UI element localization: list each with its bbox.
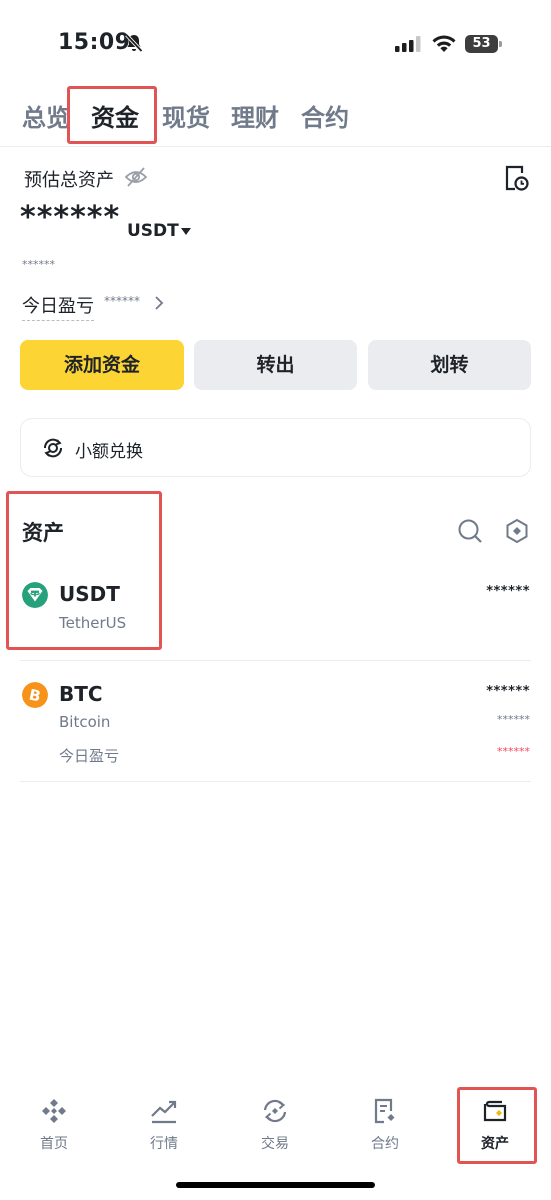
asset-name: TetherUS bbox=[59, 614, 127, 632]
hide-small-balance-icon[interactable] bbox=[504, 518, 530, 544]
nav-trade-label: 交易 bbox=[261, 1136, 289, 1152]
asset-symbol: BTC bbox=[59, 682, 103, 706]
estimated-total-label: 预估总资产 bbox=[24, 170, 114, 191]
transfer-out-button[interactable]: 转出 bbox=[194, 340, 357, 390]
eye-hidden-icon[interactable] bbox=[124, 166, 148, 188]
binance-logo-icon bbox=[42, 1099, 66, 1123]
home-indicator bbox=[176, 1182, 375, 1188]
asset-pnl-masked: ****** bbox=[497, 745, 530, 758]
assets-section-title: 资产 bbox=[22, 521, 64, 545]
asset-row-btc[interactable]: B BTC Bitcoin 今日盈亏 ****** ****** ****** bbox=[20, 668, 531, 773]
total-balance-masked: ****** bbox=[20, 200, 121, 235]
convert-cycle-icon bbox=[44, 438, 62, 458]
chart-trend-icon bbox=[151, 1100, 177, 1124]
currency-unit[interactable]: USDT bbox=[127, 221, 179, 241]
fiat-value-masked: ****** bbox=[22, 258, 55, 271]
asset-divider bbox=[20, 781, 531, 782]
dust-convert-label: 小额兑换 bbox=[75, 442, 143, 462]
futures-doc-icon bbox=[374, 1098, 395, 1124]
asset-value-masked: ****** bbox=[497, 713, 530, 726]
asset-today-pnl-label: 今日盈亏 bbox=[59, 747, 120, 765]
history-icon[interactable] bbox=[503, 164, 529, 192]
status-time: 15:09 bbox=[58, 30, 131, 55]
caret-down-icon[interactable] bbox=[181, 228, 191, 235]
chevron-right-icon[interactable] bbox=[153, 295, 165, 311]
nav-markets[interactable]: 行情 bbox=[120, 1096, 208, 1153]
tab-funding[interactable]: 资金 bbox=[91, 98, 139, 133]
nav-assets[interactable]: 资产 bbox=[451, 1096, 539, 1153]
nav-assets-label: 资产 bbox=[481, 1136, 509, 1152]
search-icon[interactable] bbox=[457, 518, 483, 544]
tab-overview[interactable]: 总览 bbox=[22, 98, 70, 133]
header-divider bbox=[0, 146, 551, 147]
wifi-icon bbox=[432, 35, 456, 52]
asset-amount-masked: ****** bbox=[486, 584, 530, 599]
tab-futures[interactable]: 合约 bbox=[301, 98, 349, 133]
nav-markets-label: 行情 bbox=[150, 1136, 178, 1152]
add-funds-button[interactable]: 添加资金 bbox=[20, 340, 184, 390]
btc-coin-icon: B bbox=[22, 682, 48, 708]
asset-symbol: USDT bbox=[59, 582, 120, 606]
asset-amount-masked: ****** bbox=[486, 684, 530, 699]
asset-name: Bitcoin bbox=[59, 713, 111, 731]
wallet-icon bbox=[483, 1100, 507, 1122]
nav-futures[interactable]: 合约 bbox=[341, 1096, 429, 1153]
asset-divider bbox=[20, 660, 531, 661]
nav-futures-label: 合约 bbox=[371, 1136, 399, 1152]
tab-earn[interactable]: 理财 bbox=[231, 98, 279, 133]
signal-icon bbox=[395, 36, 421, 52]
dust-convert-card[interactable]: 小额兑换 bbox=[20, 418, 531, 477]
nav-home[interactable]: 首页 bbox=[10, 1096, 98, 1153]
today-pnl-value: ****** bbox=[104, 294, 140, 308]
exchange-icon bbox=[263, 1099, 287, 1123]
usdt-coin-icon bbox=[22, 582, 48, 608]
battery-level: 53 bbox=[465, 35, 498, 53]
tab-spot[interactable]: 现货 bbox=[162, 98, 210, 133]
asset-row-usdt[interactable]: USDT TetherUS ****** bbox=[20, 568, 531, 644]
nav-trade[interactable]: 交易 bbox=[231, 1096, 319, 1153]
battery-icon: 53 bbox=[465, 35, 503, 53]
today-pnl-label[interactable]: 今日盈亏 bbox=[22, 292, 94, 321]
transfer-button[interactable]: 划转 bbox=[368, 340, 531, 390]
bell-muted-icon bbox=[125, 33, 143, 53]
nav-home-label: 首页 bbox=[40, 1136, 68, 1152]
